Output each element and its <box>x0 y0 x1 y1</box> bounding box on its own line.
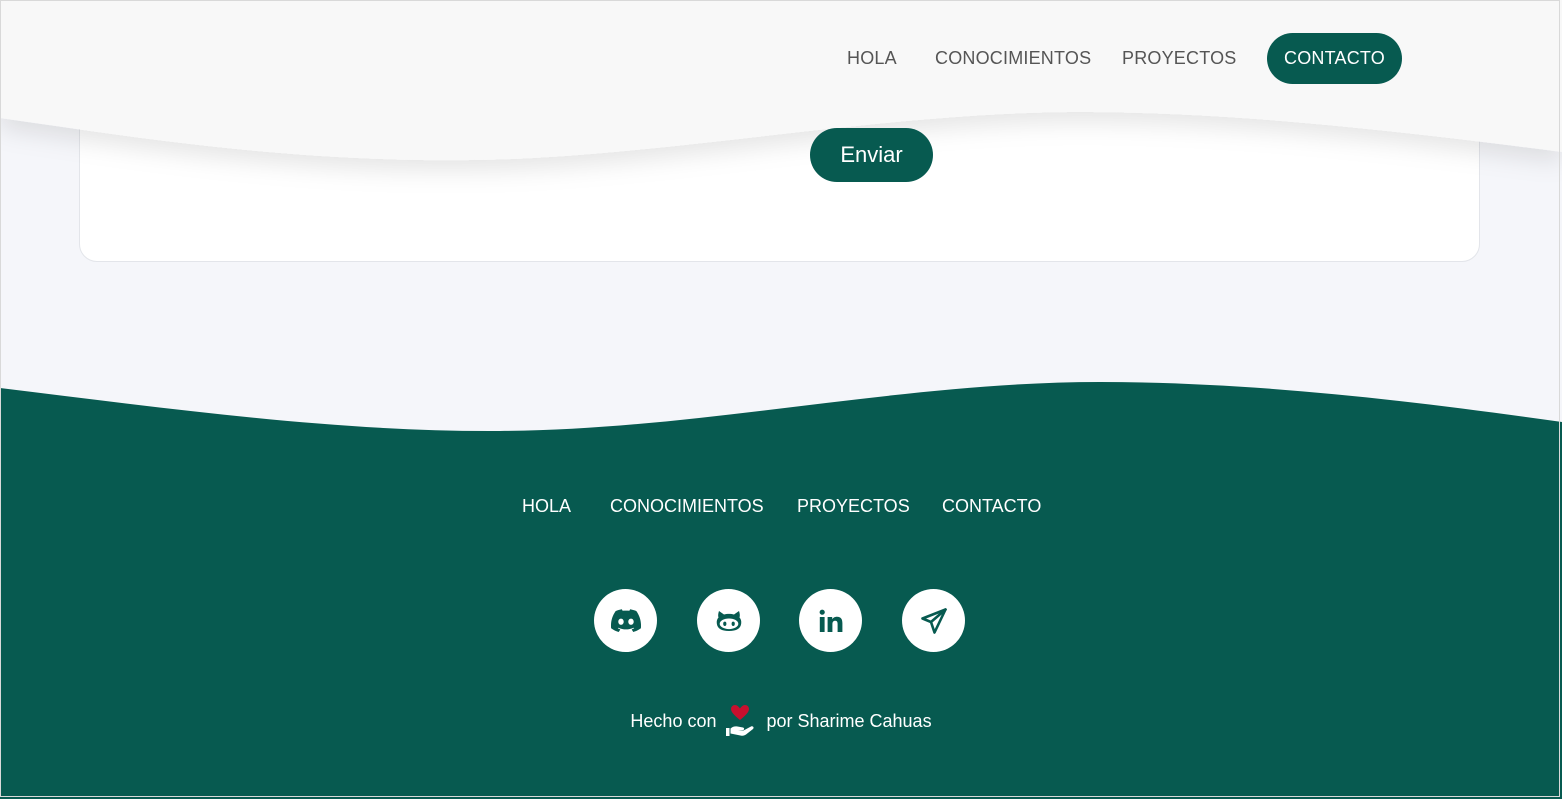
linkedin-icon <box>819 609 842 632</box>
footer-credit: Hecho con por Sharime Cahuas <box>0 704 1562 738</box>
credit-suffix: por Sharime Cahuas <box>766 710 932 731</box>
header-wave <box>0 0 1562 161</box>
github-icon <box>716 610 741 631</box>
credit-prefix: Hecho con <box>630 710 717 731</box>
send-button[interactable]: Enviar <box>810 128 933 182</box>
heart-in-hand-icon <box>724 704 758 738</box>
nav-item-proyectos[interactable]: PROYECTOS <box>1122 33 1237 84</box>
footer-link-contacto[interactable]: CONTACTO <box>942 496 1041 517</box>
nav-item-contacto[interactable]: CONTACTO <box>1267 33 1402 84</box>
footer-link-conocimientos[interactable]: CONOCIMIENTOS <box>610 496 764 517</box>
footer-link-hola[interactable]: HOLA <box>522 496 571 517</box>
footer-nav: HOLA CONOCIMIENTOS PROYECTOS CONTACTO <box>0 496 1562 524</box>
footer-link-proyectos[interactable]: PROYECTOS <box>797 496 910 517</box>
telegram-icon <box>920 607 947 634</box>
linkedin-link[interactable] <box>799 589 862 652</box>
telegram-link[interactable] <box>902 589 965 652</box>
discord-icon <box>610 608 641 632</box>
nav-item-conocimientos[interactable]: CONOCIMIENTOS <box>935 33 1091 84</box>
github-link[interactable] <box>697 589 760 652</box>
header-nav: HOLA CONOCIMIENTOS PROYECTOS CONTACTO <box>0 33 1562 84</box>
nav-item-hola[interactable]: HOLA <box>847 33 897 84</box>
discord-link[interactable] <box>594 589 657 652</box>
